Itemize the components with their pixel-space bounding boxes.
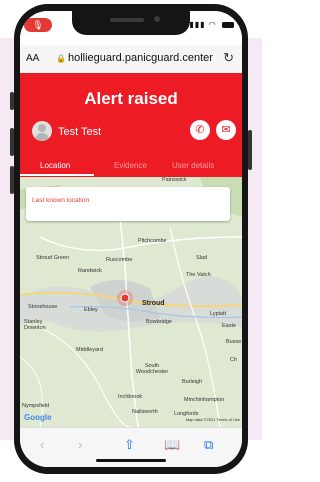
map-label: Ch bbox=[230, 357, 238, 363]
map-label: Randwick bbox=[78, 268, 102, 274]
tab-user-details[interactable]: User details bbox=[172, 161, 214, 170]
tab-evidence[interactable]: Evidence bbox=[114, 161, 147, 170]
back-icon[interactable]: ‹ bbox=[40, 437, 44, 452]
tab-location[interactable]: Location bbox=[40, 161, 70, 170]
map-label: Nympsfield bbox=[22, 403, 50, 409]
battery-icon bbox=[222, 21, 234, 28]
user-name: Test Test bbox=[58, 126, 102, 138]
avatar-body bbox=[35, 133, 49, 141]
map-label: Pitchcombe bbox=[138, 238, 167, 244]
map-label: Nailsworth bbox=[132, 409, 158, 415]
map-attribution[interactable]: Map data ©2021 Terms of Use bbox=[186, 417, 240, 422]
url-text: hollieguard.panicguard.center bbox=[67, 52, 213, 64]
page-title: Alert raised bbox=[84, 89, 178, 108]
avatar bbox=[32, 121, 52, 141]
phone-screen: 🎙 ▮▮▮ ◠ AA 🔒 hollieguard.panicguard.cente… bbox=[20, 11, 242, 467]
notch bbox=[72, 11, 190, 35]
tabs-icon[interactable]: ⧉ bbox=[204, 437, 213, 453]
active-tab-indicator bbox=[20, 174, 94, 176]
map-label: Stroud Green bbox=[36, 255, 70, 261]
signal-icon: ▮▮▮ bbox=[189, 20, 206, 29]
browser-url-bar[interactable]: AA 🔒 hollieguard.panicguard.center ↻ bbox=[20, 45, 242, 74]
wifi-icon: ◠ bbox=[208, 20, 217, 29]
bookmarks-icon[interactable]: 📖 bbox=[164, 437, 180, 453]
forward-icon[interactable]: › bbox=[78, 437, 82, 452]
message-icon: ✉ bbox=[221, 124, 231, 136]
phone-side-button bbox=[248, 130, 252, 170]
message-button[interactable]: ✉ bbox=[216, 120, 236, 140]
map-label: Inchbrook bbox=[118, 394, 143, 400]
map-label: Lypiatt bbox=[210, 311, 227, 317]
map-label: Bowbridge bbox=[146, 319, 172, 325]
map-label: Busse bbox=[226, 339, 242, 345]
map-label: Slad bbox=[196, 255, 208, 261]
map-label: The Vatch bbox=[186, 272, 211, 278]
card-label: Last known location bbox=[32, 197, 90, 204]
avatar-head bbox=[38, 124, 46, 132]
home-indicator bbox=[96, 459, 166, 462]
phone-icon: ✆ bbox=[195, 124, 205, 136]
call-button[interactable]: ✆ bbox=[190, 120, 210, 140]
speaker bbox=[110, 18, 144, 22]
map-label: Stroud bbox=[142, 300, 165, 307]
alert-header: Alert raised Test Test ✆ ✉ Location Evid… bbox=[20, 73, 242, 177]
map-label: Burleigh bbox=[182, 379, 203, 385]
share-icon[interactable]: ⇧ bbox=[124, 437, 135, 453]
map-label: Easte bbox=[222, 323, 237, 329]
text-size-button[interactable]: AA bbox=[26, 53, 39, 64]
camera bbox=[154, 16, 160, 22]
map-label: Ebley bbox=[84, 307, 98, 313]
lock-icon: 🔒 bbox=[56, 54, 66, 63]
location-map[interactable]: Last known location Painswick Pitchcombe… bbox=[20, 177, 242, 427]
map-label: Painswick bbox=[162, 177, 187, 183]
map-label: Minchinhampton bbox=[184, 397, 225, 403]
map-label: Stanley Downton bbox=[24, 319, 46, 331]
microphone-recording-icon: 🎙 bbox=[24, 18, 52, 32]
status-icons: ▮▮▮ ◠ bbox=[189, 20, 234, 29]
status-bar: 🎙 ▮▮▮ ◠ bbox=[20, 11, 242, 45]
map-label: Ruscombe bbox=[106, 257, 133, 263]
google-logo: Google bbox=[24, 413, 52, 422]
last-known-location-card: Last known location bbox=[26, 187, 230, 221]
reload-icon[interactable]: ↻ bbox=[223, 50, 234, 66]
map-label: Middleyard bbox=[76, 347, 103, 353]
address-display[interactable]: 🔒 hollieguard.panicguard.center bbox=[56, 52, 216, 64]
map-label: South Woodchester bbox=[135, 363, 169, 375]
map-label: Stonehouse bbox=[28, 304, 58, 310]
